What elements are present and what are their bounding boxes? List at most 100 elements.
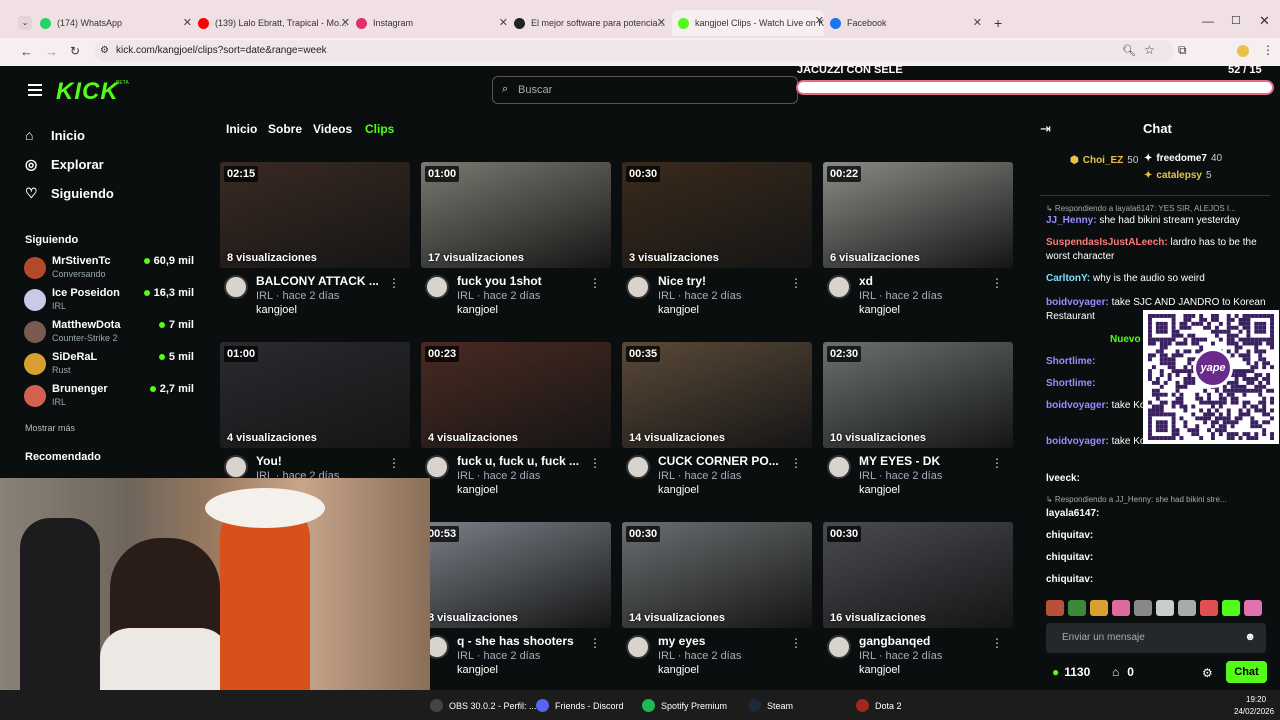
tab-close-icon[interactable]: ✕ [499,16,508,29]
clip-user[interactable]: kangjoel [658,664,699,676]
clip-thumbnail[interactable]: 01:00 17 visualizaciones [421,162,611,268]
forward-icon[interactable]: → [45,44,58,59]
clip-title[interactable]: Nice try! [658,274,788,288]
clip-card[interactable]: 00:22 6 visualizaciones xd IRL · hace 2 día… [823,162,1013,327]
chat-username[interactable]: chiquitav: [1046,552,1093,563]
sidebar-nav-siguiendo[interactable]: ♡ Siguiendo [25,185,114,202]
tab-inicio[interactable]: Inicio [226,122,257,136]
top-gifter[interactable]: ⬢ Choi_EZ 50 [1070,155,1138,166]
emote-icon[interactable] [1200,600,1218,616]
clip-title[interactable]: my eyes [658,634,788,648]
clip-user[interactable]: kangjoel [256,304,297,316]
zoom-icon[interactable]: 🔍︎ [1122,44,1136,57]
avatar[interactable] [425,455,449,479]
clip-thumbnail[interactable]: 00:30 16 visualizaciones [823,522,1013,628]
avatar[interactable] [224,455,248,479]
clip-user[interactable]: kangjoel [457,304,498,316]
browser-tab[interactable]: kangjoel Clips - Watch Live on K... ✕ [672,10,824,36]
tab-close-icon[interactable]: ✕ [341,16,350,29]
tab-close-icon[interactable]: ✕ [815,14,824,27]
more-options-icon[interactable]: ⋮ [388,456,400,470]
tab-clips[interactable]: Clips [365,122,394,136]
profile-icon[interactable] [1237,45,1249,57]
clip-title[interactable]: fuck you 1shot [457,274,587,288]
avatar[interactable] [626,455,650,479]
avatar[interactable] [827,635,851,659]
clip-thumbnail[interactable]: 00:53 8 visualizaciones [421,522,611,628]
tab-videos[interactable]: Videos [313,122,352,136]
clip-thumbnail[interactable]: 02:15 8 visualizaciones [220,162,410,268]
clip-title[interactable]: xd [859,274,989,288]
clip-thumbnail[interactable]: 00:35 14 visualizaciones [622,342,812,448]
chat-username[interactable]: layala6147: [1046,508,1099,519]
tab-close-icon[interactable]: ✕ [183,16,192,29]
clip-title[interactable]: BALCONY ATTACK ... [256,274,386,288]
reload-icon[interactable]: ↻ [70,44,80,58]
clip-card[interactable]: 00:30 14 visualizaciones my eyes IRL · hace… [622,522,812,687]
avatar[interactable] [626,635,650,659]
clip-user[interactable]: kangjoel [859,484,900,496]
sidebar-channel[interactable]: MatthewDota Counter-Strike 2 7 mil [24,319,194,351]
gift-count[interactable]: ⌂ 0 [1112,665,1134,679]
sidebar-nav-explorar[interactable]: ◎ Explorar [25,156,104,173]
more-options-icon[interactable]: ⋮ [589,636,601,650]
sidebar-channel[interactable]: Brunenger IRL 2,7 mil [24,383,194,415]
hamburger-icon[interactable] [28,84,42,96]
more-options-icon[interactable]: ⋮ [790,456,802,470]
channel-points[interactable]: ● 1130 [1052,665,1090,679]
taskbar-item[interactable]: Spotify Premium [642,699,727,712]
taskbar-item[interactable]: Dota 2 [856,699,902,712]
sidebar-channel[interactable]: MrStivenTc Conversando 60,9 mil [24,255,194,287]
emote-icon[interactable] [1156,600,1174,616]
emote-icon[interactable] [1244,600,1262,616]
chat-input[interactable]: Enviar un mensaje ☻ [1046,623,1266,653]
clip-user[interactable]: kangjoel [658,484,699,496]
taskbar-item[interactable]: Friends - Discord [536,699,624,712]
extensions-icon[interactable]: ⧉ [1178,43,1187,58]
new-tab-icon[interactable]: + [994,15,1002,31]
more-options-icon[interactable]: ⋮ [991,456,1003,470]
clip-title[interactable]: fuck u, fuck u, fuck ... [457,454,587,468]
clip-thumbnail[interactable]: 00:30 14 visualizaciones [622,522,812,628]
clip-card[interactable]: 00:53 8 visualizaciones q - she has shoote… [421,522,611,687]
menu-icon[interactable]: ⋮ [1262,43,1274,57]
clip-thumbnail[interactable]: 00:22 6 visualizaciones [823,162,1013,268]
clip-thumbnail[interactable]: 02:30 10 visualizaciones [823,342,1013,448]
taskbar-item[interactable]: Steam [748,699,793,712]
avatar[interactable] [827,275,851,299]
emoji-icon[interactable]: ☻ [1244,631,1256,643]
chat-username[interactable]: JJ_Henny: [1046,215,1097,226]
chat-username[interactable]: chiquitav: [1046,530,1093,541]
emote-icon[interactable] [1068,600,1086,616]
tab-sobre[interactable]: Sobre [268,122,302,136]
back-icon[interactable]: ← [20,44,33,59]
emote-icon[interactable] [1090,600,1108,616]
chat-username[interactable]: Shortlime: [1046,378,1095,389]
chat-username[interactable]: CarltonY: [1046,273,1090,284]
sidebar-channel[interactable]: SiDeRaL Rust 5 mil [24,351,194,383]
clip-thumbnail[interactable]: 00:30 3 visualizaciones [622,162,812,268]
clip-title[interactable]: MY EYES - DK [859,454,989,468]
clip-card[interactable]: 02:30 10 visualizaciones MY EYES - DK IRL ·… [823,342,1013,507]
clip-thumbnail[interactable]: 00:23 4 visualizaciones [421,342,611,448]
clip-user[interactable]: kangjoel [457,664,498,676]
chat-send-button[interactable]: Chat [1226,661,1267,683]
browser-tab[interactable]: El mejor software para potencia... ✕ [514,12,666,34]
clip-card[interactable]: 00:30 3 visualizaciones Nice try! IRL · hac… [622,162,812,327]
clip-card[interactable]: 00:30 16 visualizaciones gangbanqed IRL · h… [823,522,1013,687]
chat-username[interactable]: boidvoyager: [1046,297,1109,308]
close-window-icon[interactable]: ✕ [1259,13,1270,29]
clip-user[interactable]: kangjoel [658,304,699,316]
clip-thumbnail[interactable]: 01:00 4 visualizaciones [220,342,410,448]
browser-tab[interactable]: (139) Lalo Ebratt, Trapical - Mo... ✕ [198,12,350,34]
clip-title[interactable]: CUCK CORNER PO... [658,454,788,468]
top-gifter[interactable]: ✦ catalepsy 5 [1144,170,1212,181]
bookmark-star-icon[interactable]: ☆ [1144,43,1155,57]
kick-logo[interactable]: KICK [56,78,119,106]
more-options-icon[interactable]: ⋮ [790,276,802,290]
minimize-icon[interactable]: — [1202,14,1214,28]
chat-username[interactable]: SuspendasIsJustALeech: [1046,237,1168,248]
chat-username[interactable]: lveeck: [1046,473,1080,484]
browser-tab[interactable]: Facebook ✕ [830,12,982,34]
tab-search-button[interactable]: ⌄ [18,16,32,30]
